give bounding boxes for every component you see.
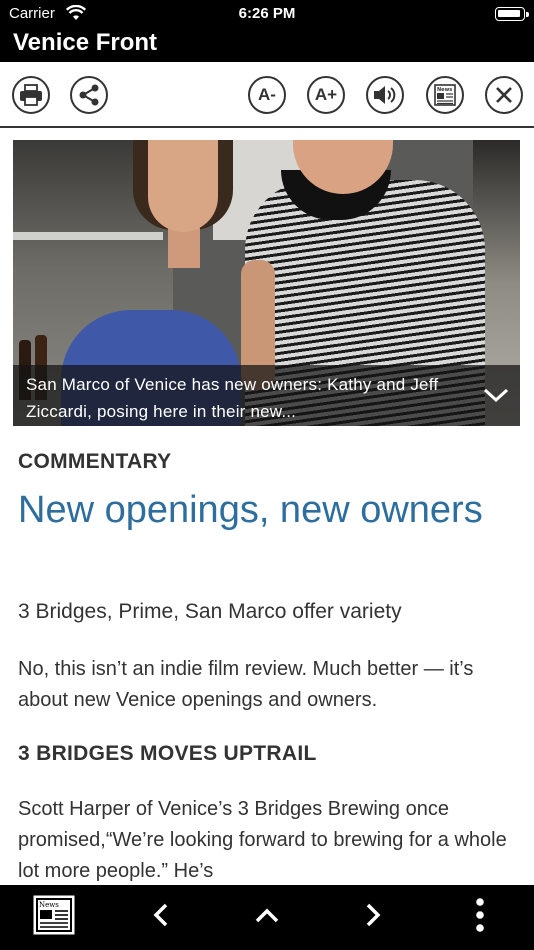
chevron-right-icon (365, 902, 383, 933)
article-paragraph: Scott Harper of Venice’s 3 Bridges Brewi… (18, 798, 507, 882)
news-icon-label: News (437, 87, 452, 93)
close-icon (494, 85, 514, 105)
photo-woman-neck (168, 228, 200, 268)
more-options-button[interactable] (468, 897, 492, 937)
page-title: Venice Front (13, 29, 158, 56)
print-icon (19, 84, 43, 106)
article-headline: New openings, new owners (18, 489, 483, 531)
bottom-navigation: News (0, 885, 534, 950)
close-button[interactable] (485, 76, 523, 114)
print-button[interactable] (12, 76, 50, 114)
clock: 6:26 PM (238, 5, 296, 22)
photo-caption-text: San Marco of Venice has new owners: Kath… (26, 375, 439, 421)
news-icon: News (433, 83, 457, 107)
newspaper-button[interactable]: News (32, 895, 76, 940)
newspaper-icon: News (33, 895, 75, 940)
next-article-button[interactable] (360, 897, 388, 937)
scroll-top-button[interactable] (252, 897, 282, 937)
chevron-left-icon (151, 902, 169, 933)
article-dek: 3 Bridges, Prime, San Marco offer variet… (18, 600, 402, 623)
article-toolbar: A- A+ News (0, 62, 534, 128)
chevron-down-icon[interactable] (482, 383, 510, 407)
title-bar: Venice Front (0, 28, 534, 62)
text-view-button[interactable]: News (426, 76, 464, 114)
photo-caption[interactable]: San Marco of Venice has new owners: Kath… (13, 365, 520, 426)
battery-icon (495, 7, 525, 21)
photo-shelf (13, 232, 163, 240)
status-bar: Carrier 6:26 PM (0, 0, 534, 28)
increase-font-label: A+ (314, 85, 338, 104)
battery-tip (526, 12, 529, 17)
chevron-up-icon (254, 906, 280, 929)
article-photo[interactable]: San Marco of Venice has new owners: Kath… (13, 140, 520, 426)
decrease-font-label: A- (258, 85, 276, 104)
article-subhead: 3 BRIDGES MOVES UPTRAIL (18, 742, 317, 765)
article-kicker: COMMENTARY (18, 450, 172, 473)
read-aloud-button[interactable] (366, 76, 404, 114)
photo-woman-face (148, 140, 218, 232)
newspaper-icon-label: News (39, 901, 59, 909)
article-paragraph: No, this isn’t an indie film review. Muc… (18, 658, 474, 711)
speaker-icon (372, 84, 398, 106)
increase-font-button[interactable]: A+ (307, 76, 345, 114)
more-vertical-icon (475, 897, 485, 937)
share-button[interactable] (70, 76, 108, 114)
decrease-font-button[interactable]: A- (248, 76, 286, 114)
share-icon (77, 83, 101, 107)
previous-article-button[interactable] (146, 897, 174, 937)
